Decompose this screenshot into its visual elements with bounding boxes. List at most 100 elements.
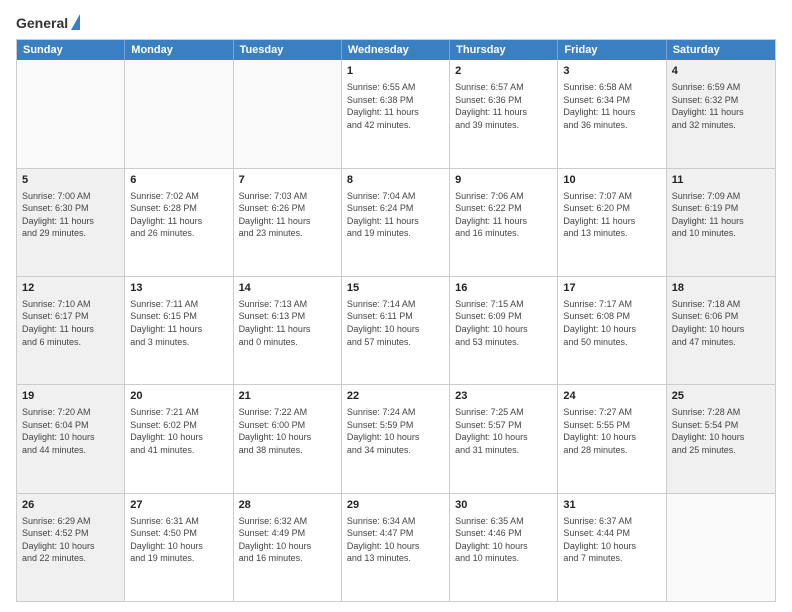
calendar-cell: 4 Sunrise: 6:59 AM Sunset: 6:32 PM Daylig… xyxy=(667,60,775,167)
day-info: Sunrise: 7:24 AM Sunset: 5:59 PM Dayligh… xyxy=(347,406,444,456)
day-number: 23 xyxy=(455,389,552,404)
day-number: 7 xyxy=(239,173,336,188)
calendar-cell: 10 Sunrise: 7:07 AM Sunset: 6:20 PM Dayli… xyxy=(558,169,666,276)
weekday-header-friday: Friday xyxy=(558,40,666,60)
day-info: Sunrise: 7:03 AM Sunset: 6:26 PM Dayligh… xyxy=(239,190,336,240)
calendar-cell: 3Sunrise: 6:58 AM Sunset: 6:34 PM Daylig… xyxy=(558,60,666,167)
calendar-cell xyxy=(125,60,233,167)
day-info: Sunrise: 7:27 AM Sunset: 5:55 PM Dayligh… xyxy=(563,406,660,456)
day-info: Sunrise: 7:18 AM Sunset: 6:06 PM Dayligh… xyxy=(672,298,770,348)
calendar-cell: 18 Sunrise: 7:18 AM Sunset: 6:06 PM Dayli… xyxy=(667,277,775,384)
day-number: 16 xyxy=(455,281,552,296)
weekday-header-tuesday: Tuesday xyxy=(234,40,342,60)
calendar-cell: 30 Sunrise: 6:35 AM Sunset: 4:46 PM Dayli… xyxy=(450,494,558,601)
day-info: Sunrise: 7:28 AM Sunset: 5:54 PM Dayligh… xyxy=(672,406,770,456)
day-number: 1 xyxy=(347,64,444,79)
calendar-row-4: 26Sunrise: 6:29 AM Sunset: 4:52 PM Dayli… xyxy=(17,493,775,601)
day-info: Sunrise: 6:34 AM Sunset: 4:47 PM Dayligh… xyxy=(347,515,444,565)
calendar-cell: 25Sunrise: 7:28 AM Sunset: 5:54 PM Dayli… xyxy=(667,385,775,492)
calendar-cell: 19Sunrise: 7:20 AM Sunset: 6:04 PM Dayli… xyxy=(17,385,125,492)
calendar-cell: 11Sunrise: 7:09 AM Sunset: 6:19 PM Dayli… xyxy=(667,169,775,276)
day-number: 21 xyxy=(239,389,336,404)
calendar-cell: 24 Sunrise: 7:27 AM Sunset: 5:55 PM Dayli… xyxy=(558,385,666,492)
calendar-cell: 28Sunrise: 6:32 AM Sunset: 4:49 PM Dayli… xyxy=(234,494,342,601)
calendar-cell: 13Sunrise: 7:11 AM Sunset: 6:15 PM Dayli… xyxy=(125,277,233,384)
day-info: Sunrise: 6:35 AM Sunset: 4:46 PM Dayligh… xyxy=(455,515,552,565)
logo-general: General xyxy=(16,16,68,31)
weekday-header-wednesday: Wednesday xyxy=(342,40,450,60)
day-info: Sunrise: 6:57 AM Sunset: 6:36 PM Dayligh… xyxy=(455,81,552,131)
weekday-header-saturday: Saturday xyxy=(667,40,775,60)
day-number: 12 xyxy=(22,281,119,296)
day-number: 11 xyxy=(672,173,770,188)
day-number: 17 xyxy=(563,281,660,296)
day-info: Sunrise: 6:55 AM Sunset: 6:38 PM Dayligh… xyxy=(347,81,444,131)
calendar-cell: 16 Sunrise: 7:15 AM Sunset: 6:09 PM Dayli… xyxy=(450,277,558,384)
day-info: Sunrise: 7:07 AM Sunset: 6:20 PM Dayligh… xyxy=(563,190,660,240)
calendar-cell: 12 Sunrise: 7:10 AM Sunset: 6:17 PM Dayli… xyxy=(17,277,125,384)
calendar-cell: 23 Sunrise: 7:25 AM Sunset: 5:57 PM Dayli… xyxy=(450,385,558,492)
day-info: Sunrise: 6:37 AM Sunset: 4:44 PM Dayligh… xyxy=(563,515,660,565)
calendar-cell: 17 Sunrise: 7:17 AM Sunset: 6:08 PM Dayli… xyxy=(558,277,666,384)
day-info: Sunrise: 7:17 AM Sunset: 6:08 PM Dayligh… xyxy=(563,298,660,348)
day-number: 27 xyxy=(130,498,227,513)
calendar-cell: 26Sunrise: 6:29 AM Sunset: 4:52 PM Dayli… xyxy=(17,494,125,601)
logo-triangle-icon xyxy=(71,14,80,30)
calendar-row-0: 1 Sunrise: 6:55 AM Sunset: 6:38 PM Daylig… xyxy=(17,60,775,167)
day-number: 22 xyxy=(347,389,444,404)
header: General xyxy=(16,16,776,29)
weekday-header-sunday: Sunday xyxy=(17,40,125,60)
calendar-cell: 20 Sunrise: 7:21 AM Sunset: 6:02 PM Dayli… xyxy=(125,385,233,492)
day-number: 13 xyxy=(130,281,227,296)
calendar-cell xyxy=(234,60,342,167)
calendar-cell xyxy=(667,494,775,601)
day-info: Sunrise: 6:59 AM Sunset: 6:32 PM Dayligh… xyxy=(672,81,770,131)
day-number: 31 xyxy=(563,498,660,513)
weekday-header-monday: Monday xyxy=(125,40,233,60)
day-info: Sunrise: 7:06 AM Sunset: 6:22 PM Dayligh… xyxy=(455,190,552,240)
day-info: Sunrise: 7:22 AM Sunset: 6:00 PM Dayligh… xyxy=(239,406,336,456)
day-number: 14 xyxy=(239,281,336,296)
day-info: Sunrise: 7:02 AM Sunset: 6:28 PM Dayligh… xyxy=(130,190,227,240)
day-number: 10 xyxy=(563,173,660,188)
calendar-cell: 5 Sunrise: 7:00 AM Sunset: 6:30 PM Daylig… xyxy=(17,169,125,276)
calendar-row-1: 5 Sunrise: 7:00 AM Sunset: 6:30 PM Daylig… xyxy=(17,168,775,276)
day-info: Sunrise: 6:58 AM Sunset: 6:34 PM Dayligh… xyxy=(563,81,660,131)
day-number: 18 xyxy=(672,281,770,296)
page: General SundayMondayTuesdayWednesdayThur… xyxy=(0,0,792,612)
calendar-cell: 29Sunrise: 6:34 AM Sunset: 4:47 PM Dayli… xyxy=(342,494,450,601)
day-info: Sunrise: 7:00 AM Sunset: 6:30 PM Dayligh… xyxy=(22,190,119,240)
calendar-row-3: 19Sunrise: 7:20 AM Sunset: 6:04 PM Dayli… xyxy=(17,384,775,492)
calendar-cell: 31 Sunrise: 6:37 AM Sunset: 4:44 PM Dayli… xyxy=(558,494,666,601)
calendar-cell: 7 Sunrise: 7:03 AM Sunset: 6:26 PM Daylig… xyxy=(234,169,342,276)
calendar-cell: 2 Sunrise: 6:57 AM Sunset: 6:36 PM Daylig… xyxy=(450,60,558,167)
calendar-cell: 9 Sunrise: 7:06 AM Sunset: 6:22 PM Daylig… xyxy=(450,169,558,276)
weekday-header-thursday: Thursday xyxy=(450,40,558,60)
day-info: Sunrise: 7:25 AM Sunset: 5:57 PM Dayligh… xyxy=(455,406,552,456)
day-number: 2 xyxy=(455,64,552,79)
day-info: Sunrise: 7:10 AM Sunset: 6:17 PM Dayligh… xyxy=(22,298,119,348)
calendar-cell: 27Sunrise: 6:31 AM Sunset: 4:50 PM Dayli… xyxy=(125,494,233,601)
day-info: Sunrise: 7:13 AM Sunset: 6:13 PM Dayligh… xyxy=(239,298,336,348)
calendar-cell: 14 Sunrise: 7:13 AM Sunset: 6:13 PM Dayli… xyxy=(234,277,342,384)
day-info: Sunrise: 7:15 AM Sunset: 6:09 PM Dayligh… xyxy=(455,298,552,348)
calendar-cell: 22 Sunrise: 7:24 AM Sunset: 5:59 PM Dayli… xyxy=(342,385,450,492)
day-number: 4 xyxy=(672,64,770,79)
calendar-body: 1 Sunrise: 6:55 AM Sunset: 6:38 PM Daylig… xyxy=(17,60,775,601)
logo: General xyxy=(16,16,80,29)
day-info: Sunrise: 7:21 AM Sunset: 6:02 PM Dayligh… xyxy=(130,406,227,456)
calendar-header: SundayMondayTuesdayWednesdayThursdayFrid… xyxy=(17,40,775,60)
day-number: 20 xyxy=(130,389,227,404)
day-number: 15 xyxy=(347,281,444,296)
day-info: Sunrise: 6:32 AM Sunset: 4:49 PM Dayligh… xyxy=(239,515,336,565)
day-number: 8 xyxy=(347,173,444,188)
day-info: Sunrise: 7:20 AM Sunset: 6:04 PM Dayligh… xyxy=(22,406,119,456)
day-number: 5 xyxy=(22,173,119,188)
calendar-cell: 21 Sunrise: 7:22 AM Sunset: 6:00 PM Dayli… xyxy=(234,385,342,492)
calendar-cell: 1 Sunrise: 6:55 AM Sunset: 6:38 PM Daylig… xyxy=(342,60,450,167)
day-info: Sunrise: 7:14 AM Sunset: 6:11 PM Dayligh… xyxy=(347,298,444,348)
day-number: 30 xyxy=(455,498,552,513)
calendar-row-2: 12 Sunrise: 7:10 AM Sunset: 6:17 PM Dayli… xyxy=(17,276,775,384)
day-number: 9 xyxy=(455,173,552,188)
day-number: 24 xyxy=(563,389,660,404)
